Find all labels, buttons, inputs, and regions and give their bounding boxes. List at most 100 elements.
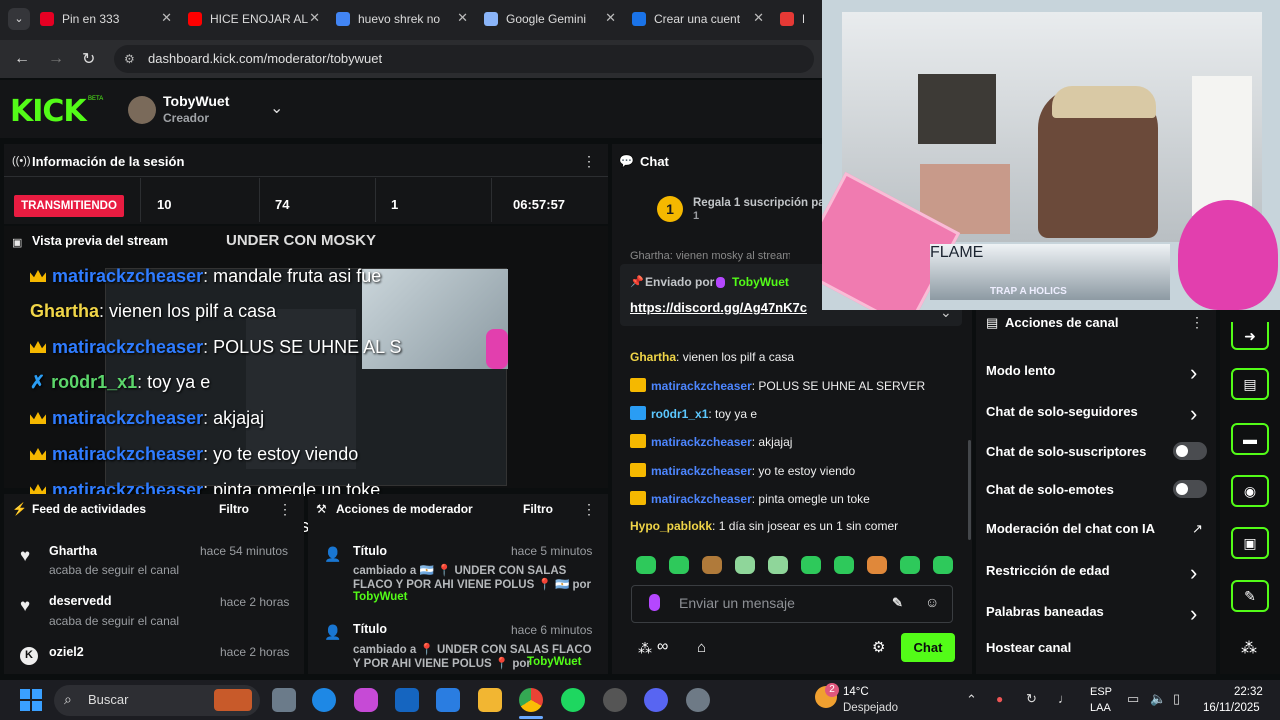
emote-icon[interactable] xyxy=(636,556,656,574)
store-icon[interactable] xyxy=(436,688,460,712)
chevron-right-icon[interactable]: › xyxy=(1190,401,1197,427)
chat-username[interactable]: Hypo_pablokk xyxy=(630,519,712,533)
chat-message[interactable]: Ghartha: vienen los pilf a casa xyxy=(630,350,794,364)
chat-username[interactable]: matirackzcheaser xyxy=(651,464,752,478)
username[interactable]: TobyWuet xyxy=(163,93,229,109)
browser-tab[interactable]: Pin en 333 ✕ xyxy=(40,6,178,32)
emote-icon[interactable] xyxy=(933,556,953,574)
close-icon[interactable]: ✕ xyxy=(605,10,616,26)
site-info-icon[interactable]: ⚙ xyxy=(124,52,135,66)
store-icon[interactable]: ⌂ xyxy=(697,639,706,656)
mic-icon[interactable] xyxy=(649,594,660,611)
more-icon[interactable]: ⋮ xyxy=(278,501,292,518)
arrow-icon[interactable]: ➜ xyxy=(1231,322,1269,350)
chevron-right-icon[interactable]: › xyxy=(1190,560,1197,586)
chat-message[interactable]: matirackzcheaser: akjajaj xyxy=(630,434,792,449)
chevron-right-icon[interactable]: › xyxy=(1190,360,1197,386)
browser-tab[interactable]: Crear una cuent ✕ xyxy=(632,6,770,32)
volume-icon[interactable]: 🔈 xyxy=(1150,691,1166,707)
chat-username[interactable]: Ghartha xyxy=(630,350,676,364)
chrome-icon[interactable] xyxy=(519,688,543,712)
channel-action-label[interactable]: Moderación del chat con IA xyxy=(986,521,1155,536)
mod-action-user[interactable]: TobyWuet xyxy=(353,591,408,603)
gift-text[interactable]: Regala 1 suscripción para xyxy=(693,197,836,209)
edge-icon[interactable] xyxy=(312,688,336,712)
pinned-user[interactable]: TobyWuet xyxy=(732,275,789,289)
toggle-switch[interactable] xyxy=(1173,480,1207,498)
emote-icon[interactable] xyxy=(669,556,689,574)
back-icon[interactable]: ← xyxy=(14,50,30,68)
outlook-icon[interactable] xyxy=(395,688,419,712)
emote-icon[interactable] xyxy=(801,556,821,574)
github-icon[interactable] xyxy=(603,688,627,712)
pinned-link[interactable]: https://discord.gg/Ag47nK7c xyxy=(630,300,807,315)
url-field[interactable]: dashboard.kick.com/moderator/tobywuet xyxy=(114,45,814,73)
channel-action-label[interactable]: Chat de solo-suscriptores xyxy=(986,444,1146,459)
mod-action-user[interactable]: TobyWuet xyxy=(527,656,582,668)
chat-username[interactable]: ro0dr1_x1 xyxy=(651,407,708,421)
activity-user[interactable]: deservedd xyxy=(49,594,112,608)
clock-time[interactable]: 22:32 xyxy=(1234,686,1263,698)
emote-icon[interactable] xyxy=(768,556,788,574)
emote-icon[interactable] xyxy=(900,556,920,574)
more-icon[interactable]: ⋮ xyxy=(582,501,596,518)
chat-username[interactable]: matirackzcheaser xyxy=(651,492,752,506)
browser-tab[interactable]: Lis xyxy=(780,6,822,32)
send-chat-button[interactable]: Chat xyxy=(901,633,955,662)
discord-icon[interactable] xyxy=(644,688,668,712)
activity-user[interactable]: oziel2 xyxy=(49,645,84,659)
activity-user[interactable]: Ghartha xyxy=(49,544,97,558)
emote-icon[interactable] xyxy=(702,556,722,574)
close-icon[interactable]: ✕ xyxy=(309,10,320,26)
chat-message[interactable]: matirackzcheaser: pinta omegle un toke xyxy=(630,491,870,506)
users-icon[interactable]: ⁂ xyxy=(638,640,652,657)
battery-icon[interactable]: ▯ xyxy=(1173,691,1180,707)
chat-message[interactable]: matirackzcheaser: POLUS SE UHNE AL SERVE… xyxy=(630,378,925,393)
chat-username[interactable]: matirackzcheaser xyxy=(651,379,752,393)
weather-temp[interactable]: 14°C xyxy=(843,686,869,698)
browser-tab[interactable]: HICE ENOJAR AL ✕ xyxy=(188,6,326,32)
mic-tray-icon[interactable]: ♩ xyxy=(1058,691,1071,706)
task-view-icon[interactable] xyxy=(272,688,296,712)
emote-icon[interactable] xyxy=(735,556,755,574)
emoji-icon[interactable]: ☺ xyxy=(925,594,939,610)
camera-icon[interactable]: ▣ xyxy=(1231,527,1269,559)
kick-logo[interactable]: KICK xyxy=(10,94,87,129)
chat-username[interactable]: matirackzcheaser xyxy=(651,435,752,449)
infinity-icon[interactable]: ∞ xyxy=(657,638,668,656)
channel-action-label[interactable]: Chat de solo-emotes xyxy=(986,482,1114,497)
chat-message[interactable]: ro0dr1_x1: toy ya e xyxy=(630,406,757,421)
tab-search-button[interactable]: ⌄ xyxy=(8,8,30,30)
close-icon[interactable]: ✕ xyxy=(161,10,172,26)
chevron-down-icon[interactable]: ⌄ xyxy=(270,98,283,118)
windows-start-icon[interactable] xyxy=(20,689,42,711)
chat-message[interactable]: Hypo_pablokk: 1 día sin josear es un 1 s… xyxy=(630,519,898,533)
more-icon[interactable]: ⋮ xyxy=(1190,314,1204,331)
spotify-icon[interactable] xyxy=(561,688,585,712)
chat-scrollbar[interactable] xyxy=(968,440,971,540)
reload-icon[interactable]: ↻ xyxy=(82,49,95,69)
chat-message[interactable]: matirackzcheaser: yo te estoy viendo xyxy=(630,463,855,478)
emote-icon[interactable] xyxy=(867,556,887,574)
close-icon[interactable]: ✕ xyxy=(753,10,764,26)
users-icon[interactable]: ⁂ xyxy=(1241,638,1257,658)
document-icon[interactable]: ▤ xyxy=(1231,368,1269,400)
sync-icon[interactable]: ↻ xyxy=(1026,691,1037,707)
channel-action-label[interactable]: Hostear canal xyxy=(986,640,1071,655)
avatar[interactable] xyxy=(128,96,156,124)
channel-action-label[interactable]: Chat de solo-seguidores xyxy=(986,404,1138,419)
modactions-filter-button[interactable]: Filtro xyxy=(523,502,553,516)
browser-tab[interactable]: Google Gemini ✕ xyxy=(484,6,622,32)
wrench-icon[interactable]: ✎ xyxy=(1231,580,1269,612)
chat-icon[interactable]: ▬ xyxy=(1231,423,1269,455)
channel-action-label[interactable]: Restricción de edad xyxy=(986,563,1110,578)
chevron-up-icon[interactable]: ⌃ xyxy=(966,692,977,708)
toggle-switch[interactable] xyxy=(1173,442,1207,460)
language-primary[interactable]: ESP xyxy=(1090,686,1112,698)
settings-icon[interactable]: ⚙ xyxy=(872,638,885,656)
channel-action-label[interactable]: Palabras baneadas xyxy=(986,604,1104,619)
external-link-icon[interactable]: ↗ xyxy=(1192,521,1203,537)
broadcast-icon[interactable]: ◉ xyxy=(1231,475,1269,507)
close-icon[interactable]: ✕ xyxy=(457,10,468,26)
browser-tab[interactable]: huevo shrek no ✕ xyxy=(336,6,474,32)
